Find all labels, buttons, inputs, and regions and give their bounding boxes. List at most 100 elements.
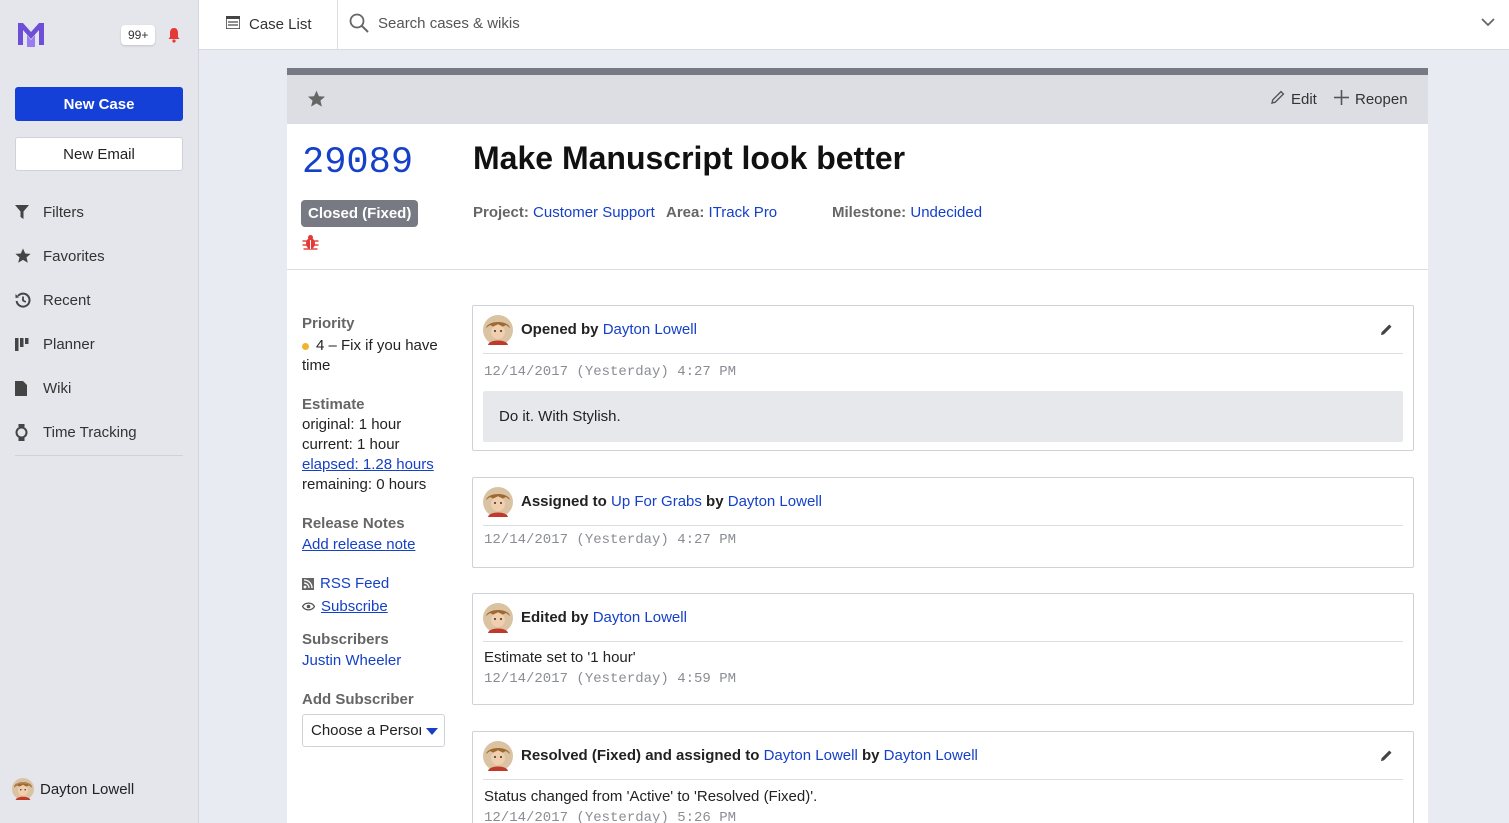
history-icon — [15, 292, 43, 308]
area-field: Area: ITrack Pro — [666, 204, 777, 221]
project-field: Project: Customer Support — [473, 204, 655, 221]
add-subscriber-label: Add Subscriber — [302, 691, 414, 708]
event-body: Do it. With Stylish. — [483, 391, 1403, 442]
search-bar — [349, 13, 978, 33]
current-user[interactable]: Dayton Lowell — [12, 778, 134, 800]
case-list-button[interactable]: Case List — [199, 0, 338, 49]
star-icon[interactable] — [307, 90, 326, 108]
project-label: Project: — [473, 204, 529, 221]
event-action: Edited by — [521, 609, 589, 626]
event-resolved: Resolved (Fixed) and assigned to Dayton … — [472, 731, 1414, 823]
rss-feed-link[interactable]: RSS Feed — [302, 575, 452, 592]
event-timestamp: 12/14/2017 (Yesterday) 4:27 PM — [484, 364, 737, 380]
search-input[interactable] — [378, 14, 978, 32]
pencil-icon — [1271, 90, 1285, 108]
list-icon — [225, 15, 241, 33]
select-value: Choose a Person — [311, 722, 421, 739]
event-timestamp: 12/14/2017 (Yesterday) 4:59 PM — [484, 671, 737, 687]
reopen-button[interactable]: Reopen — [1334, 90, 1408, 109]
sidebar-item-time-tracking[interactable]: Time Tracking — [15, 410, 185, 454]
case-card: Edit Reopen 29089 Closed (Fixed) Make Ma… — [287, 68, 1428, 823]
caret-down-icon — [426, 728, 438, 735]
sidebar-item-planner[interactable]: Planner — [15, 322, 185, 366]
notification-count-badge[interactable]: 99+ — [121, 25, 156, 45]
pencil-icon[interactable] — [1380, 323, 1393, 336]
milestone-link[interactable]: Undecided — [910, 204, 982, 221]
event-user-link[interactable]: Dayton Lowell — [603, 321, 697, 338]
estimate-current: current: 1 hour — [302, 436, 400, 453]
event-by-label: by — [861, 747, 880, 764]
event-header: Assigned to Up For Grabs by Dayton Lowel… — [483, 478, 1403, 526]
case-number[interactable]: 29089 — [302, 142, 413, 184]
priority-dot — [302, 342, 309, 350]
new-email-button[interactable]: New Email — [15, 137, 183, 171]
event-target-link[interactable]: Up For Grabs — [611, 493, 702, 510]
search-icon — [349, 13, 369, 33]
case-toolbar: Edit Reopen — [287, 75, 1428, 124]
project-link[interactable]: Customer Support — [533, 204, 655, 221]
event-target-link[interactable]: Dayton Lowell — [764, 747, 858, 764]
priority-label: Priority — [302, 315, 355, 332]
event-edited: Edited by Dayton Lowell Estimate set to … — [472, 593, 1414, 705]
avatar — [483, 740, 513, 771]
event-user-link[interactable]: Dayton Lowell — [593, 609, 687, 626]
sidebar-item-favorites[interactable]: Favorites — [15, 234, 185, 278]
sidebar-item-label: Favorites — [43, 247, 105, 265]
estimate-remaining: remaining: 0 hours — [302, 476, 427, 493]
event-user-link[interactable]: Dayton Lowell — [728, 493, 822, 510]
case-details: Priority 4 – Fix if you have time Estima… — [302, 315, 452, 747]
sidebar-item-label: Recent — [43, 291, 91, 309]
sidebar-item-label: Time Tracking — [43, 423, 137, 441]
sidebar-nav: Filters Favorites Recent Planner Wiki Ti… — [15, 190, 185, 454]
avatar — [483, 486, 513, 517]
event-user-link[interactable]: Dayton Lowell — [884, 747, 978, 764]
chevron-down-icon[interactable] — [1481, 18, 1495, 27]
event-header: Edited by Dayton Lowell — [483, 594, 1403, 642]
edit-button[interactable]: Edit — [1271, 90, 1317, 108]
add-release-note-link[interactable]: Add release note — [302, 536, 452, 553]
event-header: Resolved (Fixed) and assigned to Dayton … — [483, 732, 1403, 780]
event-action: Resolved (Fixed) and assigned to — [521, 747, 760, 764]
eye-icon — [302, 602, 315, 611]
estimate-original: original: 1 hour — [302, 416, 402, 433]
estimate-label: Estimate — [302, 396, 365, 413]
bug-icon — [302, 235, 319, 250]
event-action: Opened by — [521, 321, 599, 338]
sidebar-item-wiki[interactable]: Wiki — [15, 366, 185, 410]
sidebar-item-label: Filters — [43, 203, 84, 221]
milestone-label: Milestone: — [832, 204, 907, 221]
subscribe-link[interactable]: Subscribe — [302, 598, 452, 615]
event-header: Opened by Dayton Lowell — [483, 306, 1403, 354]
avatar — [12, 778, 34, 800]
pencil-icon[interactable] — [1380, 749, 1393, 762]
estimate-elapsed-link[interactable]: elapsed: 1.28 hours — [302, 455, 452, 475]
sidebar-item-label: Wiki — [43, 379, 72, 397]
priority-value: 4 – Fix if you have time — [302, 337, 438, 374]
event-timestamp: 12/14/2017 (Yesterday) 4:27 PM — [484, 532, 737, 548]
status-badge: Closed (Fixed) — [301, 200, 419, 227]
event-text: Estimate set to '1 hour' — [484, 649, 636, 666]
planner-icon — [15, 337, 43, 351]
case-list-label: Case List — [249, 16, 312, 33]
add-subscriber-select[interactable]: Choose a Person — [302, 714, 445, 747]
event-opened: Opened by Dayton Lowell 12/14/2017 (Yest… — [472, 305, 1414, 451]
document-icon — [15, 380, 43, 396]
event-assigned: Assigned to Up For Grabs by Dayton Lowel… — [472, 477, 1414, 568]
area-label: Area: — [666, 204, 705, 221]
subscribers-label: Subscribers — [302, 631, 389, 648]
sidebar-item-recent[interactable]: Recent — [15, 278, 185, 322]
avatar — [483, 314, 513, 345]
bell-icon[interactable] — [166, 27, 182, 43]
sidebar: 99+ New Case New Email Filters Favorites… — [0, 0, 199, 823]
star-icon — [15, 248, 43, 264]
manuscript-logo-icon[interactable] — [15, 17, 47, 49]
plus-icon — [1334, 90, 1349, 109]
user-name: Dayton Lowell — [40, 780, 135, 798]
area-link[interactable]: ITrack Pro — [709, 204, 778, 221]
subscriber-link[interactable]: Justin Wheeler — [302, 652, 452, 669]
sidebar-item-filters[interactable]: Filters — [15, 190, 185, 234]
sidebar-item-label: Planner — [43, 335, 95, 353]
release-notes-label: Release Notes — [302, 515, 405, 532]
case-header: 29089 Closed (Fixed) Make Manuscript loo… — [287, 124, 1428, 270]
new-case-button[interactable]: New Case — [15, 87, 183, 121]
